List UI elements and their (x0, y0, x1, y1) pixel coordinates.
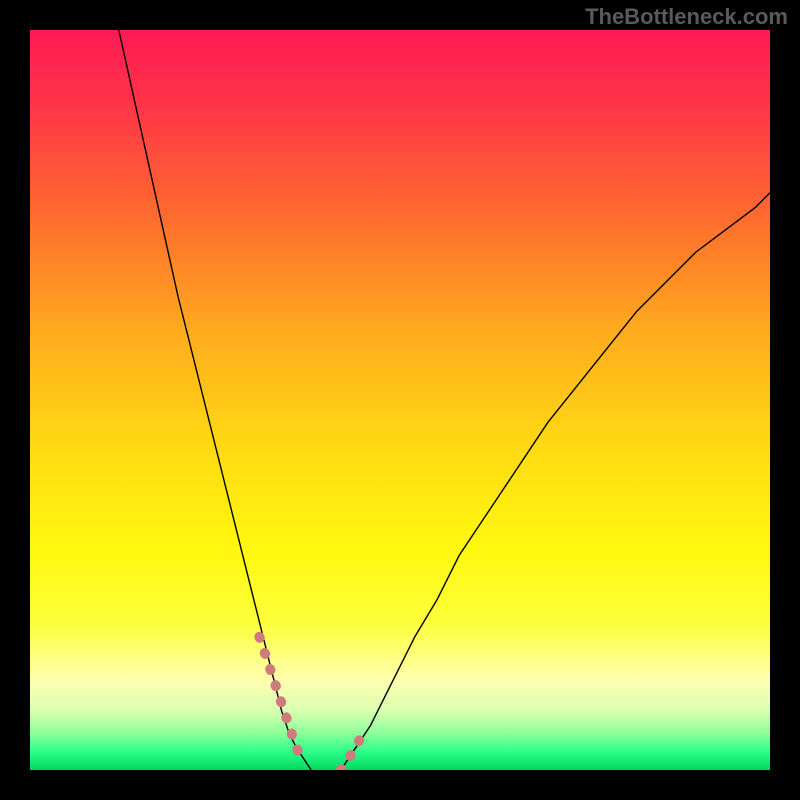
chart-container: TheBottleneck.com (0, 0, 800, 800)
bottleneck-chart (30, 30, 770, 770)
plot-background (30, 30, 770, 770)
attribution-label: TheBottleneck.com (585, 4, 788, 30)
